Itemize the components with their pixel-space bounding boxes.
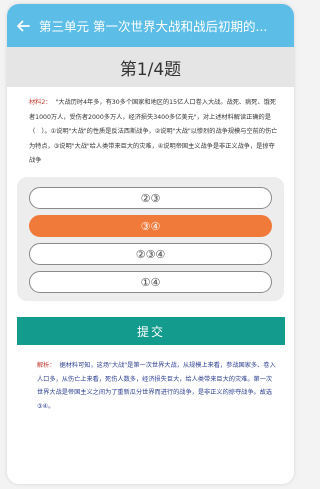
question-progress: 第1/4题 bbox=[7, 47, 294, 87]
option-b-label: ③④ bbox=[140, 219, 161, 233]
option-a-label: ②③ bbox=[140, 191, 161, 205]
question-body: "大战历时4年多，有30多个国家和地区的15亿人口卷入大战。战死、病死、饿死者1… bbox=[29, 99, 278, 164]
submit-button[interactable]: 提交 bbox=[17, 317, 285, 345]
page-title: 第三单元 第一次世界大战和战后初期的... bbox=[39, 19, 268, 34]
submit-label: 提交 bbox=[136, 324, 165, 339]
explanation-text: 解析： 据材料可知，这场"大战"是第一次世界大战，从规模上来看，参战国家多、卷入人… bbox=[37, 359, 277, 413]
options-panel: ②③ ③④ ②③④ ①④ bbox=[17, 177, 284, 301]
option-b[interactable]: ③④ bbox=[29, 215, 272, 237]
question-progress-label: 第1/4题 bbox=[119, 59, 182, 80]
option-d[interactable]: ①④ bbox=[29, 271, 272, 293]
option-c[interactable]: ②③④ bbox=[29, 243, 272, 265]
explanation-tag: 解析： bbox=[37, 362, 56, 369]
question-tag: 材料2： bbox=[29, 99, 52, 106]
question-text: 材料2： "大战历时4年多，有30多个国家和地区的15亿人口卷入大战。战死、病死、… bbox=[29, 96, 279, 169]
option-c-label: ②③④ bbox=[135, 247, 166, 261]
explanation-body: 据材料可知，这场"大战"是第一次世界大战，从规模上来看，参战国家多、卷入人口多，… bbox=[37, 362, 276, 410]
option-d-label: ①④ bbox=[140, 275, 161, 289]
phone-frame: 第三单元 第一次世界大战和战后初期的... 第1/4题 材料2： "大战历时4年多… bbox=[7, 4, 294, 484]
option-a[interactable]: ②③ bbox=[29, 187, 272, 209]
top-app-bar: 第三单元 第一次世界大战和战后初期的... bbox=[7, 4, 294, 47]
back-button[interactable] bbox=[7, 4, 39, 47]
arrow-left-icon bbox=[17, 20, 30, 31]
